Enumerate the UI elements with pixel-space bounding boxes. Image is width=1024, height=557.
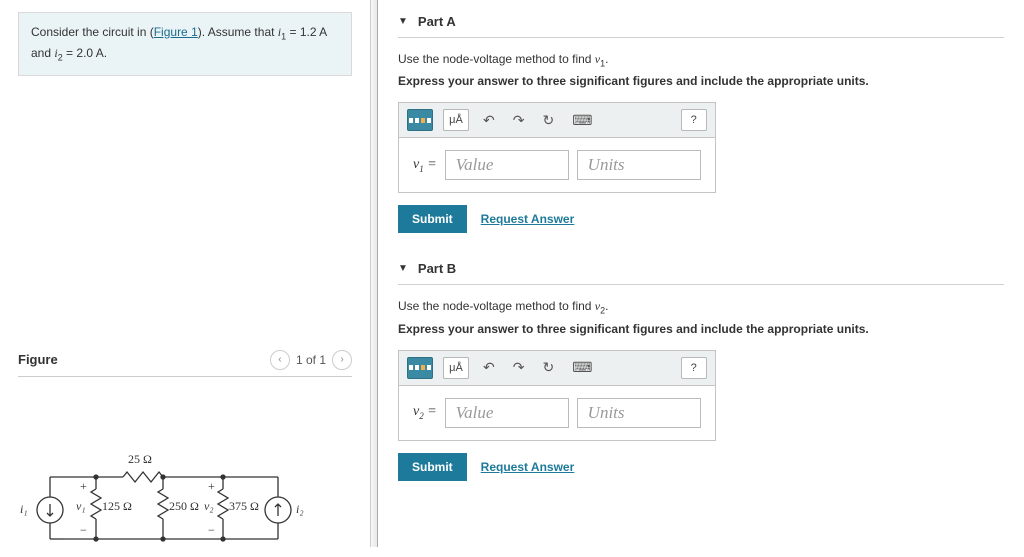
problem-text-1: Consider the circuit in ( [31, 25, 154, 39]
template-button[interactable] [407, 109, 433, 131]
figure-title: Figure [18, 352, 58, 367]
label-minus-2: − [208, 523, 215, 538]
label-i1: i₁ [20, 502, 28, 517]
i1-val: = 1.2 A [286, 25, 327, 39]
circuit-diagram: 25 Ω 125 Ω 250 Ω 375 Ω v₁ v₂ i₁ i₂ + − +… [18, 447, 318, 557]
label-plus-1: + [80, 479, 87, 494]
pager-prev-button[interactable]: ‹ [270, 350, 290, 370]
units-input[interactable]: Units [577, 398, 701, 428]
undo-icon[interactable]: ↶ [479, 112, 499, 129]
caret-down-icon: ▼ [398, 263, 408, 274]
label-r3: 375 Ω [229, 499, 259, 514]
part-b-answer-box: μÅ ↶ ↷ ↻ ⌨ ? v2 = Value Units [398, 350, 716, 441]
part-a-toolbar: μÅ ↶ ↷ ↻ ⌨ ? [399, 103, 715, 138]
keyboard-icon[interactable]: ⌨ [568, 112, 596, 129]
part-a-instruction: Use the node-voltage method to find v1. [398, 52, 1004, 68]
right-column: ▼ Part A Use the node-voltage method to … [378, 0, 1024, 547]
and-text: and [31, 46, 54, 60]
figure-header: Figure ‹ 1 of 1 › [18, 350, 352, 377]
special-chars-button[interactable]: μÅ [443, 109, 469, 131]
label-plus-2: + [208, 479, 215, 494]
part-a-title: Part A [418, 14, 456, 29]
units-input[interactable]: Units [577, 150, 701, 180]
problem-text-2: ). Assume that [198, 25, 278, 39]
request-answer-link[interactable]: Request Answer [481, 212, 575, 226]
value-input[interactable]: Value [445, 398, 569, 428]
label-r-top: 25 Ω [128, 452, 152, 467]
value-input[interactable]: Value [445, 150, 569, 180]
help-button[interactable]: ? [681, 357, 707, 379]
part-a-input-row: v1 = Value Units [399, 138, 715, 192]
pb-var-label: v2 = [413, 404, 437, 421]
problem-statement: Consider the circuit in (Figure 1). Assu… [18, 12, 352, 76]
keyboard-icon[interactable]: ⌨ [568, 359, 596, 376]
pb-instr-pre: Use the node-voltage method to find [398, 299, 595, 313]
pa-instr-pre: Use the node-voltage method to find [398, 52, 595, 66]
part-a-actions: Submit Request Answer [398, 205, 1004, 233]
figure-link[interactable]: Figure 1 [154, 25, 198, 39]
request-answer-link[interactable]: Request Answer [481, 460, 575, 474]
undo-icon[interactable]: ↶ [479, 359, 499, 376]
part-a-header[interactable]: ▼ Part A [398, 4, 1004, 38]
part-b-bold: Express your answer to three significant… [398, 322, 1004, 336]
submit-button[interactable]: Submit [398, 453, 467, 481]
label-i2: i₂ [296, 502, 304, 517]
column-divider[interactable] [370, 0, 378, 547]
caret-down-icon: ▼ [398, 16, 408, 27]
pa-instr-post: . [605, 52, 608, 66]
pa-var-label: v1 = [413, 157, 437, 174]
template-button[interactable] [407, 357, 433, 379]
label-v2: v₂ [204, 499, 214, 514]
part-b-toolbar: μÅ ↶ ↷ ↻ ⌨ ? [399, 351, 715, 386]
pager-text: 1 of 1 [296, 353, 326, 367]
pb-instr-post: . [605, 299, 608, 313]
i2-val: = 2.0 A. [63, 46, 107, 60]
redo-icon[interactable]: ↷ [509, 112, 529, 129]
help-button[interactable]: ? [681, 109, 707, 131]
submit-button[interactable]: Submit [398, 205, 467, 233]
reset-icon[interactable]: ↻ [538, 112, 558, 129]
part-b-header[interactable]: ▼ Part B [398, 251, 1004, 285]
part-b-title: Part B [418, 261, 456, 276]
label-minus-1: − [80, 523, 87, 538]
part-a-answer-box: μÅ ↶ ↷ ↻ ⌨ ? v1 = Value Units [398, 102, 716, 193]
label-r1: 125 Ω [102, 499, 132, 514]
left-column: Consider the circuit in (Figure 1). Assu… [0, 0, 370, 547]
part-b-input-row: v2 = Value Units [399, 386, 715, 440]
part-a-bold: Express your answer to three significant… [398, 74, 1004, 88]
pager-next-button[interactable]: › [332, 350, 352, 370]
part-b-instruction: Use the node-voltage method to find v2. [398, 299, 1004, 315]
part-b-actions: Submit Request Answer [398, 453, 1004, 481]
label-v1: v₁ [76, 499, 86, 514]
label-r2: 250 Ω [169, 499, 199, 514]
special-chars-button[interactable]: μÅ [443, 357, 469, 379]
reset-icon[interactable]: ↻ [538, 359, 558, 376]
redo-icon[interactable]: ↷ [509, 359, 529, 376]
figure-pager: ‹ 1 of 1 › [270, 350, 352, 370]
